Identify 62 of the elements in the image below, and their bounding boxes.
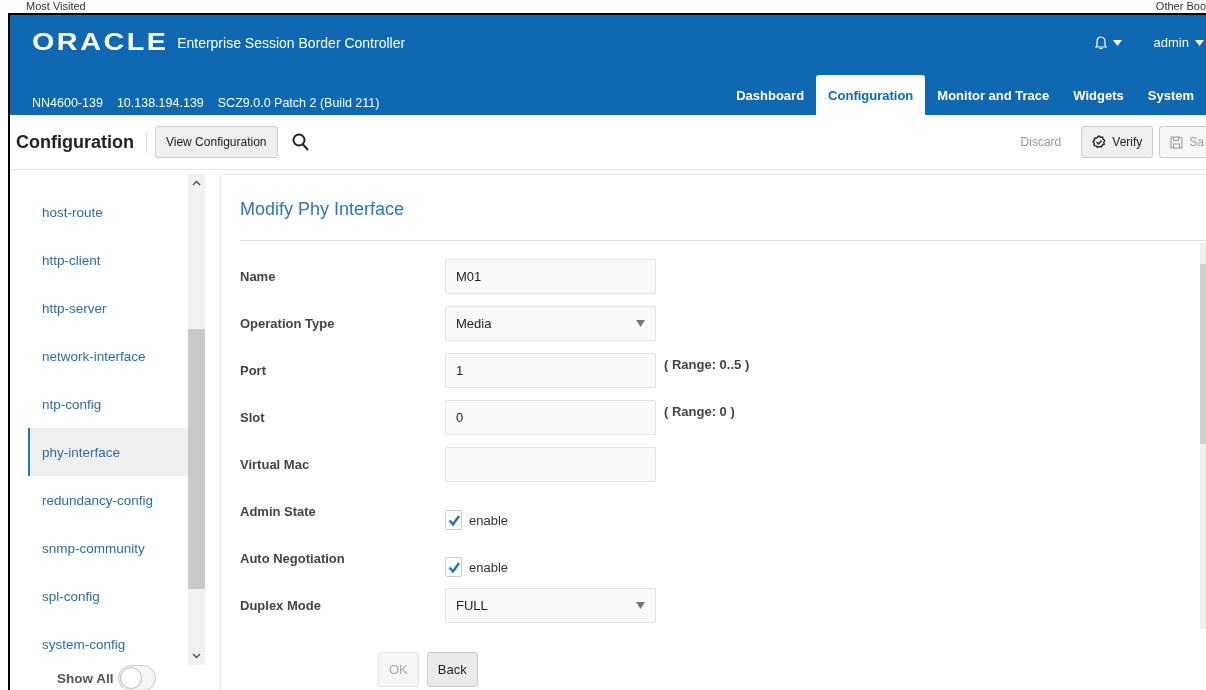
- caret-icon: [1112, 39, 1122, 46]
- sidebar-item[interactable]: ntp-config: [28, 380, 188, 428]
- sidebar-item[interactable]: redundancy-config: [28, 476, 188, 524]
- text-field[interactable]: 1: [445, 353, 656, 388]
- text-field[interactable]: M01: [445, 259, 656, 294]
- search-icon[interactable]: [291, 133, 309, 151]
- bookmark-item[interactable]: Other Boo: [1155, 0, 1206, 13]
- verify-button[interactable]: Verify: [1081, 126, 1154, 158]
- dropdown-arrow-icon: [636, 602, 645, 609]
- form-title: Modify Phy Interface: [240, 175, 1206, 241]
- show-all-label: Show All: [57, 670, 114, 686]
- field-label: Port: [240, 362, 267, 380]
- sidebar-item[interactable]: system-config: [28, 620, 188, 665]
- nav-tab[interactable]: Widgets: [1061, 75, 1136, 115]
- form-button[interactable]: Back: [426, 652, 478, 687]
- ip-address: 10.138.194.139: [116, 96, 204, 110]
- software-version: SCZ9.0.0 Patch 2 (Build 211): [217, 96, 380, 110]
- sidebar-item[interactable]: http-client: [28, 236, 188, 284]
- device-name: NN4600-139: [32, 96, 103, 110]
- chevron-down-icon[interactable]: [192, 653, 201, 659]
- checkbox-label: enable: [469, 512, 509, 528]
- nav-tab[interactable]: Configuration: [816, 75, 926, 115]
- sidebar-item[interactable]: network-interface: [28, 332, 188, 380]
- range-hint: ( Range: 0..5 ): [663, 356, 751, 374]
- notifications-button[interactable]: [1094, 35, 1122, 50]
- checkbox[interactable]: [445, 510, 462, 530]
- range-hint: ( Range: 0 ): [663, 403, 736, 421]
- nav-tab[interactable]: Dashboard: [724, 75, 817, 115]
- field-label: Duplex Mode: [240, 597, 322, 615]
- checkbox-label: enable: [469, 559, 509, 575]
- caret-icon: [1195, 39, 1204, 46]
- nav-tab[interactable]: Monitor and Trace: [925, 75, 1062, 115]
- sidebar-item[interactable]: snmp-community: [28, 524, 188, 572]
- bookmark-item[interactable]: Most Visited: [26, 0, 86, 13]
- field-label: Operation Type: [240, 315, 336, 333]
- field-label: Name: [240, 268, 277, 286]
- sidebar-item[interactable]: host-route: [28, 188, 188, 236]
- scrollbar[interactable]: [1200, 242, 1206, 629]
- nav-tab[interactable]: System: [1135, 75, 1206, 115]
- bell-icon: [1094, 35, 1107, 50]
- field-label: Auto Negotiation: [240, 550, 346, 568]
- text-field[interactable]: [445, 447, 656, 482]
- dropdown-arrow-icon: [636, 320, 645, 327]
- field-label: Slot: [240, 409, 266, 427]
- view-configuration-button[interactable]: View Configuration: [155, 126, 278, 158]
- product-title: Enterprise Session Border Controller: [177, 34, 406, 51]
- chevron-up-icon[interactable]: [192, 180, 201, 186]
- checkbox[interactable]: [445, 557, 462, 577]
- field-label: Virtual Mac: [240, 456, 311, 474]
- user-menu[interactable]: admin: [1153, 35, 1204, 50]
- sidebar-item[interactable]: http-server: [28, 284, 188, 332]
- dropdown-field[interactable]: Media: [445, 306, 656, 341]
- dropdown-field[interactable]: FULL: [445, 588, 656, 623]
- text-field[interactable]: 0: [445, 400, 656, 435]
- sidebar-item[interactable]: phy-interface: [28, 428, 188, 476]
- show-all-toggle[interactable]: [117, 665, 156, 690]
- field-label: Admin State: [240, 503, 317, 521]
- scrollbar[interactable]: [188, 174, 205, 665]
- badge-check-icon: [1092, 135, 1107, 149]
- page-title: Configuration: [16, 131, 147, 153]
- sidebar-item[interactable]: spl-config: [28, 572, 188, 620]
- oracle-logo: ORACLE: [32, 29, 169, 56]
